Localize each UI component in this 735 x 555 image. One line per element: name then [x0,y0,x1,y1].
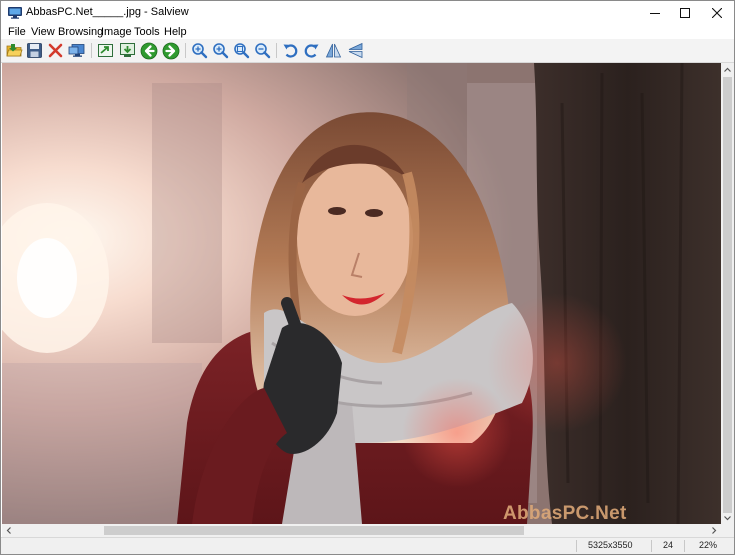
open-folder-icon [5,44,23,57]
horizontal-scroll-thumb[interactable] [104,526,524,535]
close-icon [712,8,722,18]
zoom-in-alt-icon [212,43,228,59]
window-title: AbbasPC.Net_____.jpg - Salview [26,6,189,18]
minimize-button[interactable] [638,1,672,25]
maximize-button[interactable] [668,1,702,25]
menu-view[interactable]: View [31,25,55,39]
previous-button[interactable] [139,41,159,60]
menu-tools[interactable]: Tools [134,25,160,39]
monitor-icon [7,6,23,19]
delete-icon [48,43,62,58]
app-window: AbbasPC.Net_____.jpg - Salview File View… [0,0,735,555]
toolbar-separator [276,43,277,58]
flip-vertical-icon [325,43,341,58]
zoom-fit-button[interactable] [231,41,251,60]
flip-horizontal-icon [348,42,362,59]
set-wallpaper-button[interactable] [117,41,137,60]
rotate-right-icon [304,44,318,58]
photo-woman-scarf [2,63,721,524]
export-button[interactable] [95,41,115,60]
rotate-right-button[interactable] [301,41,321,60]
scroll-down-icon[interactable] [721,513,734,523]
toolbar-separator [185,43,186,58]
vertical-scroll-thumb[interactable] [723,77,732,513]
status-bit-depth: 24 [663,540,674,550]
scroll-right-icon[interactable] [709,524,719,537]
toolbar [1,39,734,63]
scrollbar-corner [721,524,734,537]
menu-browsing[interactable]: Browsing [58,25,103,39]
status-divider [684,540,685,552]
vertical-scrollbar[interactable] [721,63,734,524]
flip-horizontal-button[interactable] [345,41,365,60]
rotate-left-button[interactable] [280,41,300,60]
previous-icon [140,42,158,59]
status-bar: 5325x3550 24 22% [1,537,734,554]
menu-bar: File View Browsing Image Tools Help [1,25,734,39]
set-wallpaper-icon [119,43,135,57]
scroll-up-icon[interactable] [721,65,734,75]
menu-image[interactable]: Image [101,25,132,39]
menu-help[interactable]: Help [164,25,187,39]
maximize-icon [680,8,690,18]
zoom-in-icon [191,43,207,59]
zoom-out-icon [254,43,270,59]
status-divider [576,540,577,552]
zoom-out-button[interactable] [252,41,272,60]
minimize-icon [650,13,660,14]
toolbar-separator [91,43,92,58]
next-icon [162,42,180,59]
zoom-in-button[interactable] [189,41,209,60]
status-zoom: 22% [699,540,718,550]
watermark-text: AbbasPC.Net [503,503,627,524]
rotate-left-icon [283,44,297,58]
menu-file[interactable]: File [8,25,26,39]
scroll-left-icon[interactable] [4,524,14,537]
delete-button[interactable] [45,41,65,60]
save-icon [26,43,42,58]
image-viewport[interactable] [2,63,721,524]
status-dimensions: 5325x3550 [588,540,633,550]
flip-vertical-button[interactable] [323,41,343,60]
export-icon [97,44,113,57]
zoom-fit-icon [233,43,249,59]
save-button[interactable] [24,41,44,60]
status-divider [651,540,652,552]
close-button[interactable] [700,1,734,25]
open-folder-button[interactable] [4,41,24,60]
zoom-in-alt-button[interactable] [210,41,230,60]
slideshow-button[interactable] [67,41,87,60]
next-button[interactable] [161,41,181,60]
horizontal-scrollbar[interactable] [2,524,721,537]
title-bar[interactable]: AbbasPC.Net_____.jpg - Salview [1,1,734,25]
slideshow-icon [68,44,85,57]
